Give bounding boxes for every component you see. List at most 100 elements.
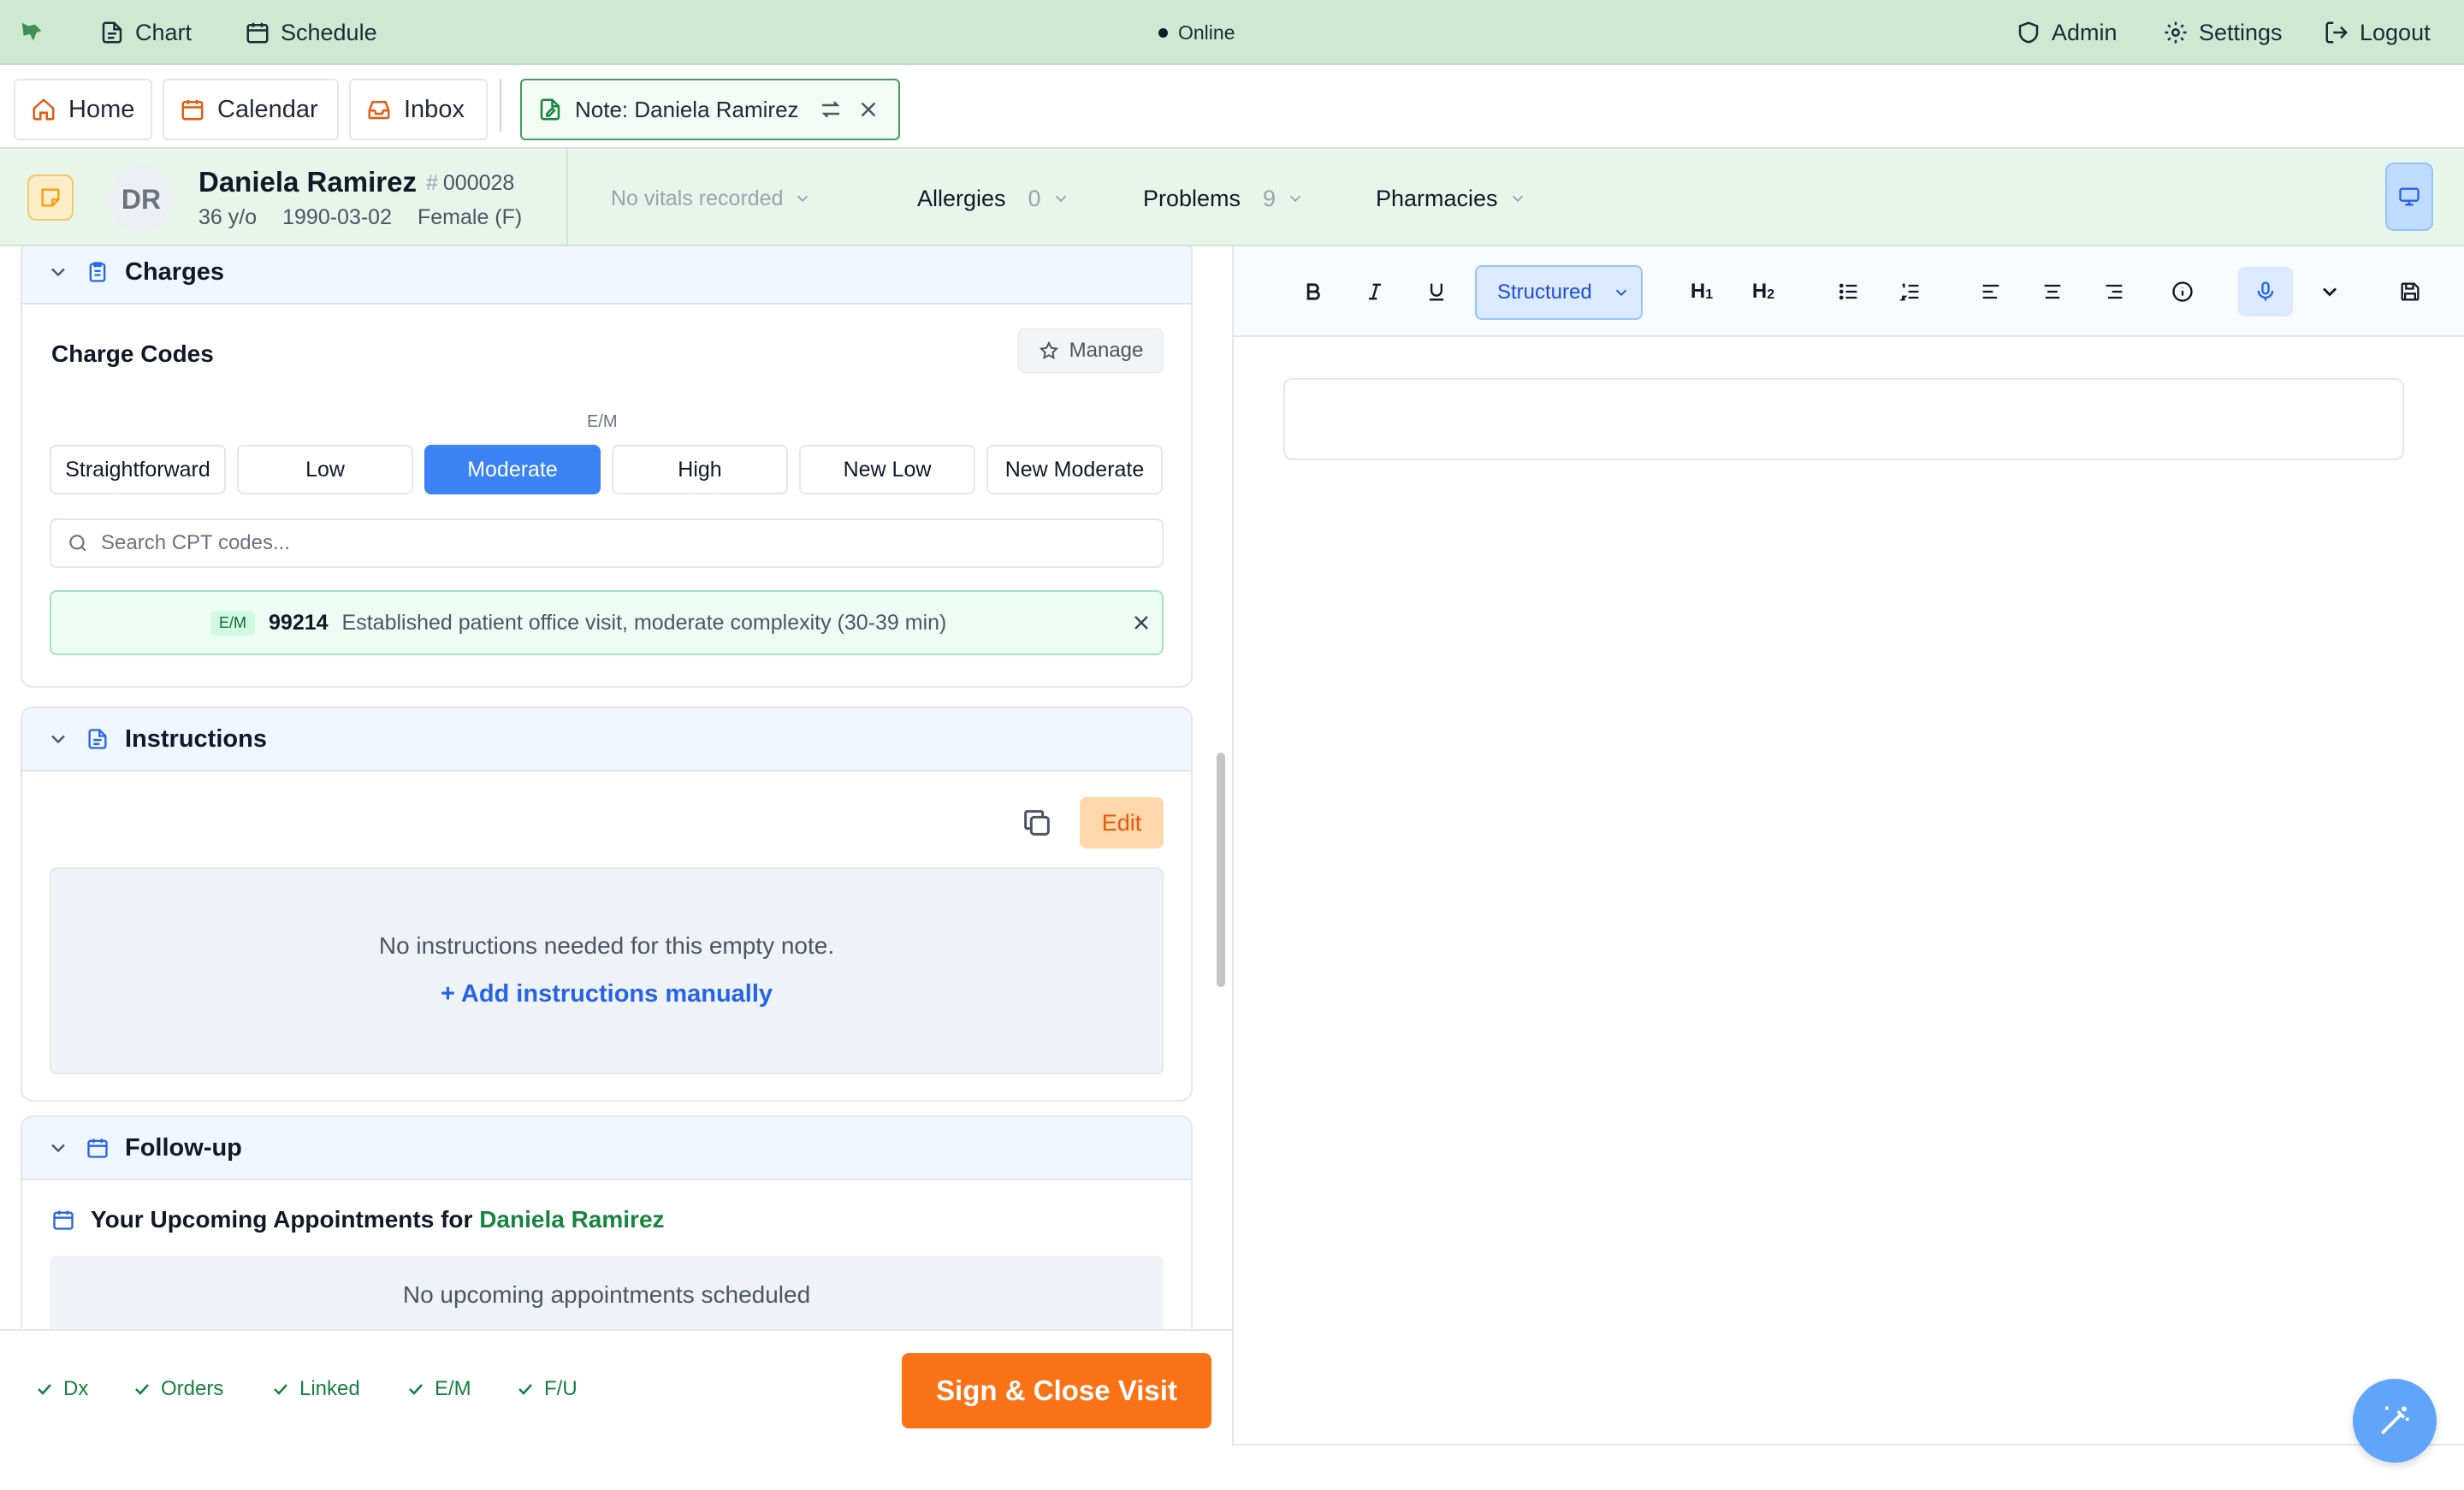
patient-name[interactable]: Daniela Ramirez <box>198 166 417 198</box>
pharmacies-dropdown[interactable]: Pharmacies <box>1376 149 1527 248</box>
problems-dropdown[interactable]: Problems 9 <box>1143 149 1305 248</box>
left-panel-scrollbar[interactable] <box>1217 753 1225 987</box>
heading-2-button[interactable]: H2 <box>1740 267 1786 316</box>
close-icon[interactable] <box>856 97 881 122</box>
sticky-note-icon <box>41 188 60 207</box>
tabs-row: Home Calendar Inbox Note: Daniela Ramire… <box>0 65 2464 147</box>
align-right-button[interactable] <box>2091 267 2137 316</box>
ai-assist-button[interactable] <box>2353 1379 2437 1463</box>
note-editor-content[interactable] <box>1283 378 2404 460</box>
inbox-icon <box>368 101 390 120</box>
chevron-down-icon <box>1289 195 1301 203</box>
nav-logout[interactable]: Logout <box>2324 0 2431 65</box>
nav-chart[interactable]: Chart <box>99 0 192 65</box>
allergies-dropdown[interactable]: Allergies 0 <box>917 149 1070 248</box>
align-right-icon <box>2106 284 2123 299</box>
problems-count: 9 <box>1263 185 1276 211</box>
home-icon <box>33 98 55 121</box>
nav-chart-label: Chart <box>135 19 192 45</box>
app-logo[interactable] <box>19 0 44 65</box>
nav-settings-label: Settings <box>2199 19 2283 45</box>
dictation-button[interactable] <box>2238 267 2293 316</box>
pharmacies-label: Pharmacies <box>1376 185 1498 211</box>
numbered-list-button[interactable] <box>1887 267 1934 316</box>
heading-2-level: 2 <box>1767 287 1775 302</box>
em-level-straightforward[interactable]: Straightforward <box>50 445 226 494</box>
cpt-search-input[interactable] <box>101 531 1128 555</box>
nav-admin-label: Admin <box>2052 19 2118 45</box>
add-instructions-link[interactable]: + Add instructions manually <box>51 980 1162 1008</box>
instructions-header[interactable]: Instructions <box>22 708 1191 772</box>
logo-icon <box>21 22 42 41</box>
swap-icon[interactable] <box>818 97 844 122</box>
check-orders-label: Orders <box>161 1377 224 1400</box>
instructions-box: No instructions needed for this empty no… <box>50 867 1164 1074</box>
nav-admin[interactable]: Admin <box>2016 0 2118 65</box>
copy-icon[interactable] <box>1020 806 1054 840</box>
status-dot <box>1158 27 1168 38</box>
align-left-button[interactable] <box>1968 267 2014 316</box>
tab-inbox[interactable]: Inbox <box>349 79 488 140</box>
vitals-label: No vitals recorded <box>611 186 784 210</box>
em-level-new-low[interactable]: New Low <box>799 445 975 494</box>
heading-2-label: H <box>1751 280 1768 303</box>
heading-1-level: 1 <box>1705 287 1714 302</box>
align-center-icon <box>2044 284 2061 299</box>
code-type-badge: E/M <box>210 610 256 636</box>
top-navigation-bar: Chart Schedule Online Admin Settings Log… <box>0 0 2464 65</box>
patient-mrn: #000028 <box>426 171 514 196</box>
instructions-card: Instructions Edit No instructions needed… <box>21 707 1193 1102</box>
italic-button[interactable] <box>1352 267 1398 316</box>
sticky-note-button[interactable] <box>27 174 74 221</box>
check-dx-label: Dx <box>63 1377 89 1400</box>
em-label: E/M <box>587 412 618 431</box>
nav-settings[interactable]: Settings <box>2163 0 2283 65</box>
tab-note-label: Note: Daniela Ramirez <box>575 96 799 122</box>
em-level-low[interactable]: Low <box>237 445 413 494</box>
check-icon <box>409 1384 423 1395</box>
heading-1-button[interactable]: H1 <box>1679 267 1725 316</box>
tab-calendar[interactable]: Calendar <box>163 79 339 140</box>
code-number: 99214 <box>269 610 329 635</box>
star-icon <box>1039 340 1058 360</box>
check-dx: Dx <box>34 1377 88 1401</box>
align-center-button[interactable] <box>2029 267 2076 316</box>
em-level-new-moderate[interactable]: New Moderate <box>986 445 1163 494</box>
connection-status-label: Online <box>1178 21 1235 44</box>
bullet-list-icon <box>1839 283 1857 300</box>
nav-schedule[interactable]: Schedule <box>245 0 377 65</box>
display-toggle-button[interactable] <box>2385 163 2433 231</box>
em-level-moderate[interactable]: Moderate <box>424 445 601 494</box>
followup-header[interactable]: Follow-up <box>22 1117 1191 1180</box>
save-button[interactable] <box>2387 267 2433 316</box>
bold-icon <box>1306 283 1320 300</box>
check-icon <box>135 1384 149 1395</box>
check-linked: Linked <box>270 1377 360 1401</box>
vitals-dropdown[interactable]: No vitals recorded <box>611 149 812 248</box>
em-level-high[interactable]: High <box>612 445 788 494</box>
patient-age: 36 y/o <box>198 205 258 229</box>
bold-button[interactable] <box>1290 267 1336 316</box>
edit-button[interactable]: Edit <box>1080 797 1164 848</box>
connection-status: Online <box>1158 0 1235 65</box>
editor-toolbar: Structured H1 H2 <box>1234 246 2464 337</box>
remove-code-icon[interactable] <box>1129 611 1153 635</box>
sign-close-visit-button[interactable]: Sign & Close Visit <box>902 1353 1211 1428</box>
gear-icon <box>2165 21 2187 44</box>
chevron-down-icon <box>1055 195 1066 203</box>
tab-divider <box>500 79 501 132</box>
template-mode-select[interactable]: Structured <box>1475 265 1643 320</box>
info-button[interactable] <box>2159 267 2206 316</box>
bullet-list-button[interactable] <box>1826 267 1872 316</box>
more-options-button[interactable] <box>2307 267 2353 316</box>
tab-home[interactable]: Home <box>14 79 152 140</box>
tab-note[interactable]: Note: Daniela Ramirez <box>520 79 900 140</box>
chevron-down-icon <box>51 268 65 277</box>
manage-button[interactable]: Manage <box>1018 328 1164 373</box>
manage-label: Manage <box>1069 339 1144 362</box>
charge-codes-title: Charge Codes <box>51 340 214 367</box>
check-icon <box>274 1384 287 1395</box>
hash-icon: # <box>426 171 438 195</box>
underline-button[interactable] <box>1413 267 1460 316</box>
charges-header[interactable]: Charges <box>22 246 1191 305</box>
